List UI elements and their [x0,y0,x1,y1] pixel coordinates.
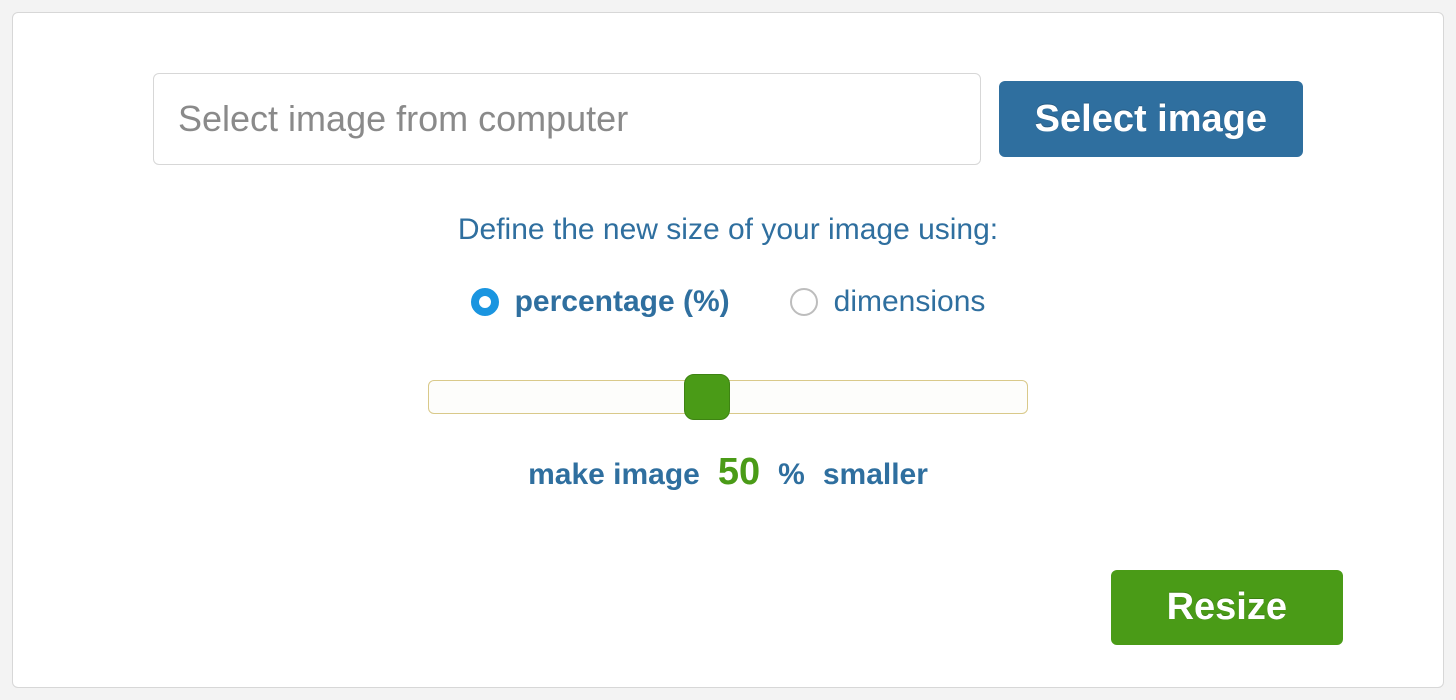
file-path-input[interactable] [153,73,981,165]
readout-value: 50 [718,451,760,494]
radio-unselected-icon [790,288,818,316]
resize-button[interactable]: Resize [1111,570,1343,645]
resize-panel: Select image Define the new size of your… [12,12,1444,688]
readout-prefix: make image [528,458,700,492]
readout-percent-sign: % [778,458,805,492]
radio-dimensions-label: dimensions [834,285,986,319]
radio-selected-icon [471,288,499,316]
select-image-button[interactable]: Select image [999,81,1303,157]
size-heading: Define the new size of your image using: [408,213,1048,247]
percentage-slider[interactable] [428,377,1028,417]
percentage-readout: make image 50 % smaller [408,451,1048,494]
radio-dimensions[interactable]: dimensions [790,285,986,319]
size-mode-radios: percentage (%) dimensions [408,285,1048,319]
size-controls: Define the new size of your image using:… [408,213,1048,494]
readout-suffix: smaller [823,458,928,492]
radio-percentage-label: percentage (%) [515,285,730,319]
slider-thumb[interactable] [684,374,730,420]
file-row: Select image [153,73,1303,165]
radio-percentage[interactable]: percentage (%) [471,285,730,319]
